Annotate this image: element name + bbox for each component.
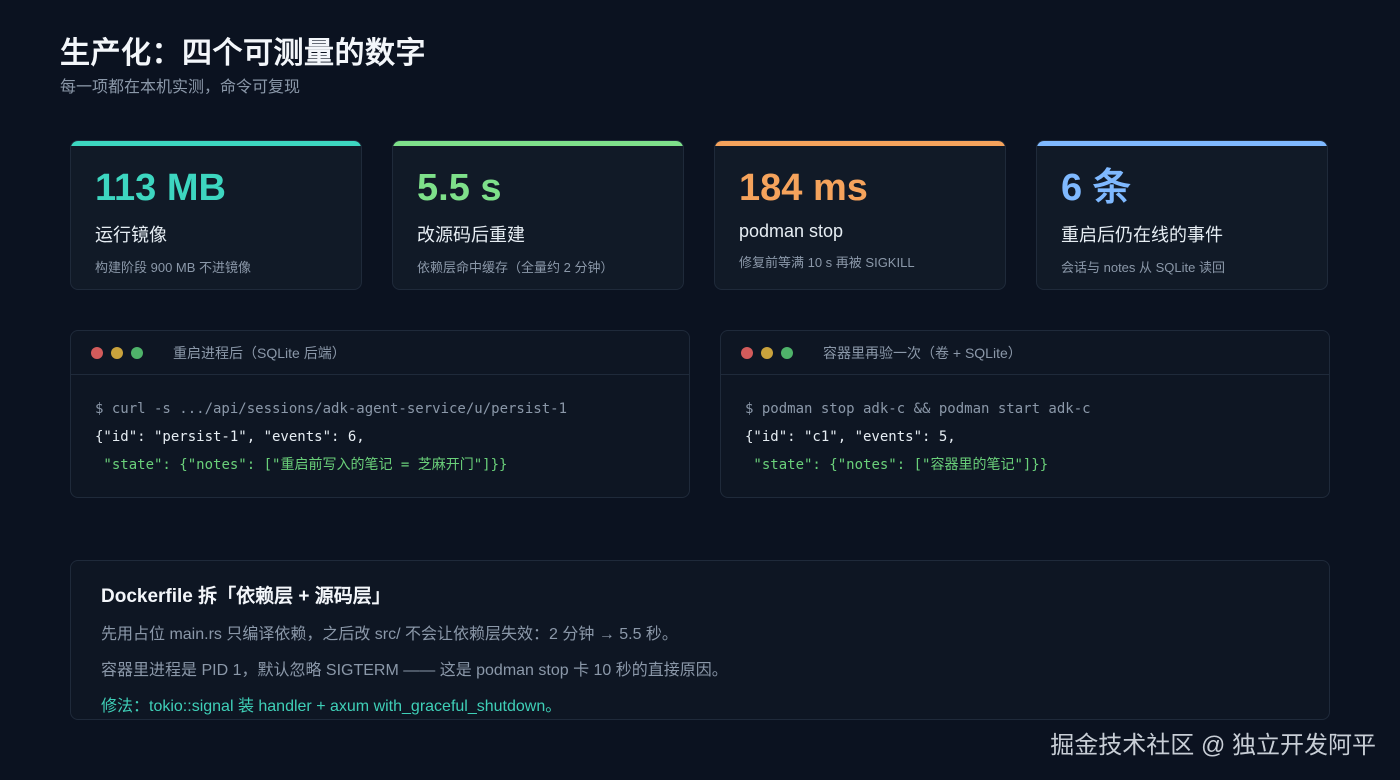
stat-label: 重启后仍在线的事件: [1061, 225, 1223, 245]
minimize-dot-icon: [111, 346, 123, 359]
terminal-title: 重启进程后（SQLite 后端）: [173, 344, 346, 361]
stat-value: 113 MB: [95, 167, 226, 209]
close-dot-icon: [741, 346, 753, 359]
stat-value: 184 ms: [739, 167, 868, 209]
stat-accent-bar: [393, 141, 683, 146]
terminal-command: $ curl -s .../api/sessions/adk-agent-ser…: [95, 401, 568, 417]
stat-accent-bar: [715, 141, 1005, 146]
stat-accent-bar: [1037, 141, 1327, 146]
stat-label: 改源码后重建: [417, 225, 525, 245]
stat-card-events: 6 条 重启后仍在线的事件 会话与 notes 从 SQLite 读回: [1036, 140, 1328, 290]
watermark: 掘金技术社区 @ 独立开发阿平: [1050, 732, 1376, 759]
stat-card-image-size: 113 MB 运行镜像 构建阶段 900 MB 不进镜像: [70, 140, 362, 290]
stats-row: 113 MB 运行镜像 构建阶段 900 MB 不进镜像 5.5 s 改源码后重…: [70, 140, 1328, 290]
stat-note: 构建阶段 900 MB 不进镜像: [95, 260, 252, 275]
stat-note: 会话与 notes 从 SQLite 读回: [1061, 260, 1225, 275]
terminal-state-value: {"notes": ["容器里的笔记"]}}: [829, 457, 1049, 473]
stat-card-stop-time: 184 ms podman stop 修复前等满 10 s 再被 SIGKILL: [714, 140, 1006, 290]
maximize-dot-icon: [131, 346, 143, 359]
stat-label: podman stop: [739, 221, 844, 241]
terminal-state-value: {"notes": ["重启前写入的笔记 = 芝麻开门"]}}: [179, 457, 508, 473]
terminal-output: {"id": "persist-1", "events": 6,: [95, 429, 365, 445]
stat-label: 运行镜像: [95, 225, 167, 245]
terminal-state-line: "state": {"notes": ["容器里的笔记"]}}: [745, 451, 1305, 479]
terminal-state-prefix: "state":: [95, 457, 180, 473]
terminal-body: $ curl -s .../api/sessions/adk-agent-ser…: [71, 375, 689, 479]
notes-line-pid1: 容器里进程是 PID 1，默认忽略 SIGTERM —— 这是 podman s…: [101, 662, 728, 679]
maximize-dot-icon: [781, 346, 793, 359]
terminal-output: {"id": "c1", "events": 5,: [745, 429, 956, 445]
stat-note: 修复前等满 10 s 再被 SIGKILL: [739, 255, 915, 270]
close-dot-icon: [91, 346, 103, 359]
stat-card-rebuild-time: 5.5 s 改源码后重建 依赖层命中缓存（全量约 2 分钟）: [392, 140, 684, 290]
stat-accent-bar: [71, 141, 361, 146]
terminal-title: 容器里再验一次（卷 + SQLite）: [823, 344, 1022, 361]
terminal-sqlite-restart: 重启进程后（SQLite 后端） $ curl -s .../api/sessi…: [70, 330, 690, 498]
notes-fix: 修法：tokio::signal 装 handler + axum with_g…: [101, 698, 562, 715]
notes-title: Dockerfile 拆「依赖层 + 源码层」: [101, 586, 391, 607]
page-subtitle: 每一项都在本机实测，命令可复现: [60, 79, 301, 96]
page-title: 生产化：四个可测量的数字: [60, 37, 426, 70]
terminal-container-verify: 容器里再验一次（卷 + SQLite） $ podman stop adk-c …: [720, 330, 1330, 498]
minimize-dot-icon: [761, 346, 773, 359]
terminal-command: $ podman stop adk-c && podman start adk-…: [745, 401, 1091, 417]
terminal-header: 重启进程后（SQLite 后端）: [71, 331, 689, 375]
terminals-row: 重启进程后（SQLite 后端） $ curl -s .../api/sessi…: [70, 330, 1330, 498]
stat-value: 6 条: [1061, 167, 1131, 209]
dockerfile-notes-box: Dockerfile 拆「依赖层 + 源码层」 先用占位 main.rs 只编译…: [70, 560, 1330, 720]
terminal-body: $ podman stop adk-c && podman start adk-…: [721, 375, 1329, 479]
stat-value: 5.5 s: [417, 167, 502, 209]
terminal-state-line: "state": {"notes": ["重启前写入的笔记 = 芝麻开门"]}}: [95, 451, 665, 479]
terminal-state-prefix: "state":: [745, 457, 830, 473]
terminal-header: 容器里再验一次（卷 + SQLite）: [721, 331, 1329, 375]
notes-line-layers: 先用占位 main.rs 只编译依赖，之后改 src/ 不会让依赖层失效：2 分…: [101, 626, 678, 643]
stat-note: 依赖层命中缓存（全量约 2 分钟）: [417, 260, 614, 275]
